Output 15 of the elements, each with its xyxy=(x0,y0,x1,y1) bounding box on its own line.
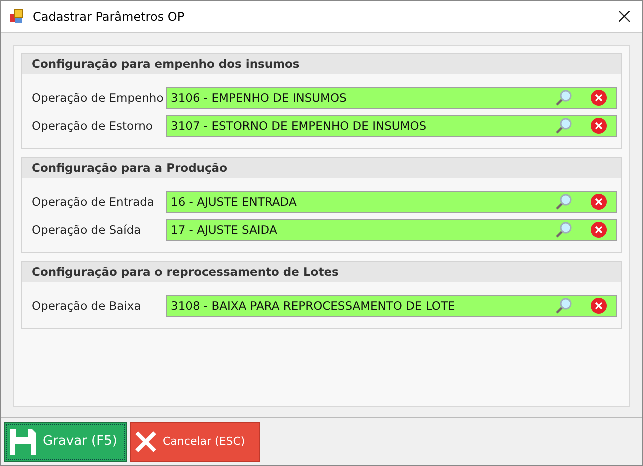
window-title: Cadastrar Parâmetros OP xyxy=(33,10,185,24)
input-field[interactable]: 17 - AJUSTE SAIDA xyxy=(166,219,617,241)
cancel-button[interactable]: Cancelar (ESC) xyxy=(130,422,260,462)
input-field[interactable]: 3107 - ESTORNO DE EMPENHO DE INSUMOS xyxy=(166,115,617,137)
field-label: Operação de Saída xyxy=(32,223,142,237)
input-field[interactable]: 16 - AJUSTE ENTRADA xyxy=(166,191,617,213)
section-header: Configuração para empenho dos insumos xyxy=(22,54,621,74)
section-header: Configuração para o reprocessamento de Lotes xyxy=(22,262,621,282)
input-field[interactable]: 3108 - BAIXA PARA REPROCESSAMENTO DE LOTE xyxy=(166,295,617,317)
field-label: Operação de Baixa xyxy=(32,299,142,313)
field-label: Operação de Entrada xyxy=(32,195,156,209)
field-label: Operação de Empenho xyxy=(32,91,165,105)
field-label: Operação de Estorno xyxy=(32,119,154,133)
section-header: Configuração para a Produção xyxy=(22,158,621,178)
input-field[interactable]: 3106 - EMPENHO DE INSUMOS xyxy=(166,87,617,109)
